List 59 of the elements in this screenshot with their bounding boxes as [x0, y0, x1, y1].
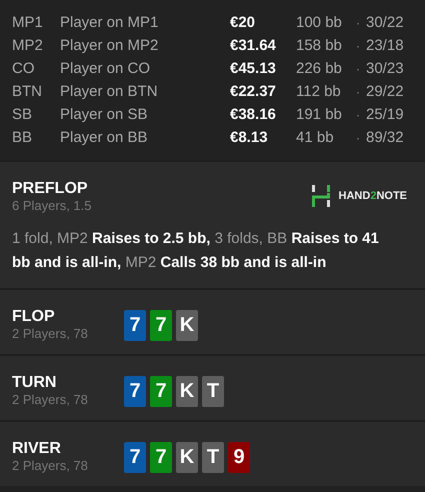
playing-card: 7 — [124, 310, 146, 341]
separator-dot: · — [356, 130, 361, 144]
position-label: BB — [12, 129, 34, 146]
playing-card: 9 — [228, 442, 250, 473]
player-name: Player on MP2 — [60, 37, 160, 54]
separator-dot: · — [356, 16, 361, 30]
street-title: PREFLOP — [12, 179, 89, 198]
playing-card: K — [176, 376, 198, 407]
separator-dot: · — [356, 84, 361, 98]
player-stats: 30/23 — [366, 60, 405, 77]
position-label: SB — [12, 106, 34, 123]
position-label: CO — [12, 60, 36, 77]
player-stats: 30/22 — [366, 14, 405, 31]
street-title: RIVER — [12, 439, 62, 458]
player-stats: 29/22 — [366, 83, 405, 100]
stack-amount: €31.64 — [230, 37, 277, 54]
stack-amount: €8.13 — [230, 129, 269, 146]
big-blinds: 112 bb — [296, 83, 342, 100]
separator-dot: · — [356, 38, 361, 52]
position-label: MP2 — [12, 37, 44, 54]
big-blinds: 41 bb — [296, 129, 335, 146]
player-stats: 25/19 — [366, 106, 405, 123]
street-subtitle: 2 Players, 78 — [12, 458, 89, 473]
big-blinds: 226 bb — [296, 60, 343, 77]
action-summary: 1 fold, MP2 Raises to 2.5 bb, 3 folds, BB Raises to 41 bb and is all-in, MP2 Calls 38 bb and is all-in — [12, 229, 380, 273]
player-name: Player on CO — [60, 60, 152, 77]
stack-amount: €20 — [230, 14, 256, 31]
playing-card: 7 — [124, 442, 146, 473]
street-subtitle: 6 Players, 1.5 — [12, 198, 92, 213]
player-name: Player on BTN — [60, 83, 159, 100]
logo-icon — [310, 185, 331, 207]
street-subtitle: 2 Players, 78 — [12, 326, 89, 341]
big-blinds: 100 bb — [296, 14, 343, 31]
separator-dot: · — [356, 62, 361, 76]
stack-amount: €45.13 — [230, 60, 277, 77]
big-blinds: 191 bb — [296, 106, 343, 123]
playing-card: T — [202, 376, 224, 407]
playing-card: 7 — [150, 376, 172, 407]
playing-card: K — [176, 310, 198, 341]
big-blinds: 158 bb — [296, 37, 343, 54]
playing-card: 7 — [150, 442, 172, 473]
player-stats: 89/32 — [366, 129, 405, 146]
logo-text: HAND2NOTE — [338, 190, 407, 202]
position-label: BTN — [12, 83, 43, 100]
stack-amount: €22.37 — [230, 83, 277, 100]
playing-card: 7 — [124, 376, 146, 407]
street-title: TURN — [12, 373, 58, 392]
street-subtitle: 2 Players, 78 — [12, 392, 89, 407]
position-label: MP1 — [12, 14, 44, 31]
player-name: Player on SB — [60, 106, 149, 123]
player-stats: 23/18 — [366, 37, 405, 54]
player-name: Player on MP1 — [60, 14, 160, 31]
player-name: Player on BB — [60, 129, 149, 146]
playing-card: 7 — [150, 310, 172, 341]
stack-amount: €38.16 — [230, 106, 277, 123]
playing-card: K — [176, 442, 198, 473]
separator-dot: · — [356, 108, 361, 122]
playing-card: T — [202, 442, 224, 473]
street-title: FLOP — [12, 307, 56, 326]
